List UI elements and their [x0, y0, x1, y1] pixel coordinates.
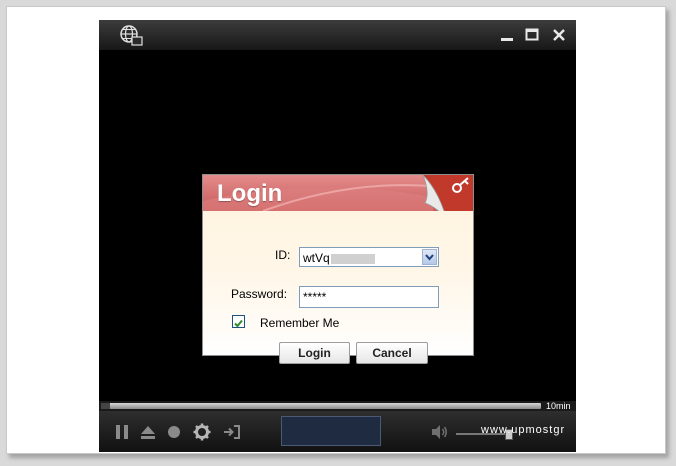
password-label: Password: [231, 287, 288, 301]
seek-progress [101, 403, 110, 409]
close-icon[interactable] [551, 27, 567, 43]
minimize-icon[interactable] [499, 27, 515, 43]
exit-icon[interactable] [223, 423, 241, 441]
video-area: Login ID: wtVq Password: ***** Remember … [99, 50, 576, 401]
record-icon[interactable] [165, 423, 183, 441]
password-field[interactable]: ***** [299, 286, 439, 308]
seek-bar[interactable]: 10min [99, 401, 576, 411]
media-player-window: Login ID: wtVq Password: ***** Remember … [99, 20, 576, 452]
eject-icon[interactable] [139, 423, 157, 441]
check-icon [234, 319, 243, 328]
login-title: Login [217, 180, 283, 207]
control-bar: www.upmostgr [99, 411, 576, 452]
login-dialog-header: Login [203, 175, 473, 211]
time-display-panel [281, 416, 381, 446]
id-combobox[interactable]: wtVq [299, 247, 439, 267]
maximize-icon[interactable] [524, 27, 540, 43]
cancel-button[interactable]: Cancel [356, 342, 428, 364]
pause-icon[interactable] [113, 423, 131, 441]
login-button[interactable]: Login [279, 342, 350, 364]
title-bar[interactable] [99, 20, 576, 50]
gear-icon[interactable] [193, 423, 211, 441]
duration-label: 10min [546, 401, 571, 411]
key-icon [423, 175, 473, 211]
chevron-down-icon[interactable] [422, 249, 437, 265]
redacted-text [330, 253, 375, 264]
watermark-text: www.upmostgr [481, 424, 566, 436]
volume-icon[interactable] [430, 423, 448, 441]
id-label: ID: [275, 248, 291, 262]
password-value: ***** [303, 290, 327, 304]
globe-icon [120, 25, 143, 46]
remember-me-label: Remember Me [260, 316, 340, 330]
remember-me-checkbox[interactable] [232, 315, 245, 328]
seek-track[interactable] [101, 403, 541, 409]
login-dialog: Login ID: wtVq Password: ***** Remember … [202, 174, 474, 364]
id-value: wtVq [303, 251, 330, 265]
